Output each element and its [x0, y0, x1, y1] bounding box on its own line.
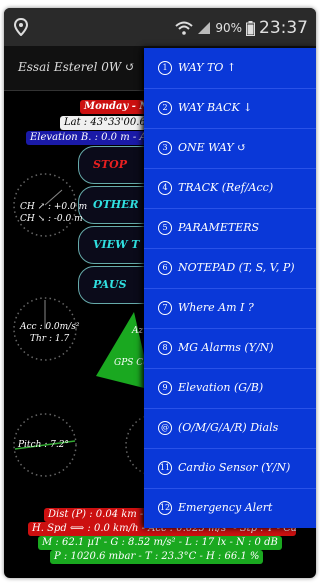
menu-item-elevation[interactable]: 9 Elevation (G/B): [144, 368, 316, 409]
number-badge-icon: 12: [158, 501, 172, 515]
ch-up-label: CH ↗ : +0.0 m: [20, 202, 88, 212]
menu-item-parameters[interactable]: 5 PARAMETERS: [144, 208, 316, 249]
acc-label: Acc : 0.0m/s²: [20, 322, 80, 332]
menu-item-where-am-i[interactable]: 7 Where Am I ?: [144, 288, 316, 329]
menu-item-cardio-sensor[interactable]: 11 Cardio Sensor (Y/N): [144, 448, 316, 489]
number-badge-icon: 11: [158, 461, 172, 475]
menu-item-track[interactable]: 4 TRACK (Ref/Acc): [144, 168, 316, 209]
battery-icon: [246, 20, 255, 36]
number-badge-icon: 4: [158, 181, 172, 195]
number-badge-icon: 9: [158, 381, 172, 395]
wifi-icon: [175, 21, 193, 35]
pressure-label: P : 1020.6 mbar - T : 23.3°C - H : 66.1 …: [50, 550, 264, 564]
location-pin-icon: [14, 18, 28, 36]
number-badge-icon: 1: [158, 61, 172, 75]
magnetometer-label: M : 62.1 µT - G : 8.52 m/s² - L : 17 lx …: [38, 536, 282, 550]
menu-item-way-back[interactable]: 2 WAY BACK ↓: [144, 88, 316, 129]
number-badge-icon: 3: [158, 141, 172, 155]
clock: 23:37: [259, 18, 308, 38]
number-badge-icon: 8: [158, 341, 172, 355]
number-badge-icon: @: [158, 421, 172, 435]
thr-label: Thr : 1.7: [30, 334, 70, 344]
menu-item-notepad[interactable]: 6 NOTEPAD (T, S, V, P): [144, 248, 316, 289]
app-title[interactable]: Essai Esterel 0W ↺: [18, 60, 135, 74]
ch-down-label: CH ↘ : -0.0 m: [20, 214, 83, 224]
menu-item-emergency-alert[interactable]: 12 Emergency Alert: [144, 488, 316, 528]
menu-item-one-way[interactable]: 3 ONE WAY ↺: [144, 128, 316, 169]
pitch-label: Pitch : 7.2°: [18, 440, 69, 450]
menu-item-dials[interactable]: @ (O/M/G/A/R) Dials: [144, 408, 316, 449]
number-badge-icon: 6: [158, 261, 172, 275]
number-badge-icon: 2: [158, 101, 172, 115]
elevation-label: Elevation B. : 0.0 m - Azi: [26, 131, 160, 145]
popup-menu: 1 WAY TO ↑ 2 WAY BACK ↓ 3 ONE WAY ↺ 4 TRACK …: [144, 48, 316, 528]
battery-percent: 90%: [215, 21, 242, 35]
status-bar: 90% 23:37: [4, 8, 316, 46]
az-label: Az: [132, 326, 144, 336]
number-badge-icon: 5: [158, 221, 172, 235]
number-badge-icon: 7: [158, 301, 172, 315]
signal-icon: [198, 22, 211, 34]
menu-item-way-to[interactable]: 1 WAY TO ↑: [144, 48, 316, 89]
phone-screen: 90% 23:37 Essai Esterel 0W ↺ Monday - No…: [4, 8, 316, 578]
menu-item-mg-alarms[interactable]: 8 MG Alarms (Y/N): [144, 328, 316, 369]
